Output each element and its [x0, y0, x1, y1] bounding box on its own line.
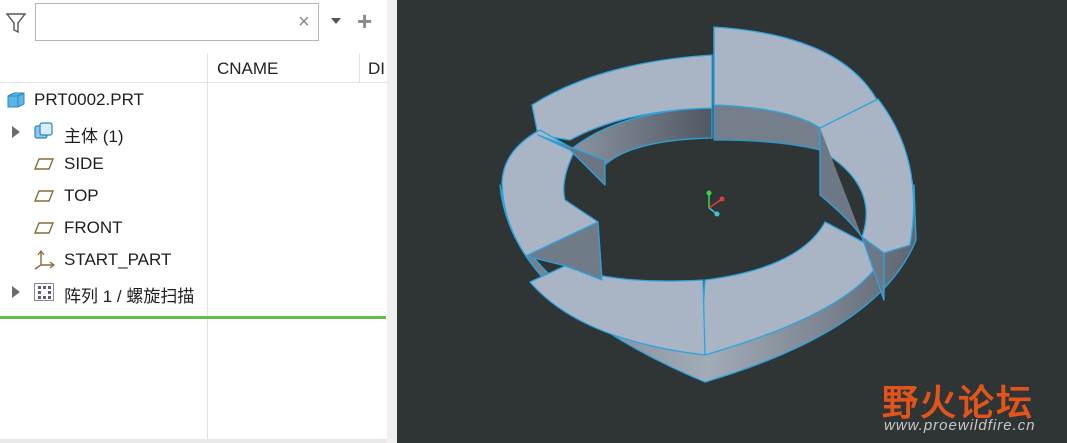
model-tree-panel: × + CNAME DI PRT0002.PRT 主体 (1) SIDE TOP… — [0, 0, 387, 443]
tree-root-item[interactable]: PRT0002.PRT — [0, 85, 207, 115]
tree-item-label: START_PART — [64, 250, 172, 269]
search-input[interactable] — [35, 3, 319, 41]
tree-item-label: FRONT — [64, 218, 123, 237]
column-header-di[interactable]: DI — [368, 59, 385, 79]
tree-item-body[interactable]: 主体 (1) — [0, 117, 207, 147]
column-header-row: CNAME DI — [0, 53, 387, 83]
panel-splitter[interactable] — [387, 0, 397, 443]
add-column-button[interactable]: + — [357, 6, 372, 36]
pattern-icon — [34, 283, 54, 301]
datum-plane-icon — [33, 190, 55, 202]
model-solid — [499, 26, 917, 383]
tree-item-label: 主体 (1) — [64, 127, 124, 146]
column-header-cname[interactable]: CNAME — [217, 59, 278, 79]
watermark-url: www.proewildfire.cn — [884, 417, 1036, 434]
column-divider[interactable] — [207, 53, 208, 443]
clear-search-button[interactable]: × — [298, 10, 310, 34]
insert-indicator[interactable] — [0, 316, 386, 319]
dropdown-arrow-icon[interactable] — [331, 18, 341, 24]
tree-item-front[interactable]: FRONT — [0, 213, 207, 243]
tree-item-top[interactable]: TOP — [0, 181, 207, 211]
filter-icon[interactable] — [5, 11, 27, 35]
tree-item-label: TOP — [64, 186, 99, 205]
part-icon — [7, 92, 25, 108]
tree-item-start-part[interactable]: START_PART — [0, 245, 207, 275]
expand-arrow-icon[interactable] — [12, 126, 20, 138]
datum-plane-icon — [33, 222, 55, 234]
tree-item-label: PRT0002.PRT — [34, 90, 144, 109]
coordinate-system-icon — [34, 250, 55, 270]
tree-item-label: SIDE — [64, 154, 104, 173]
tree-item-side[interactable]: SIDE — [0, 149, 207, 179]
horizontal-scrollbar[interactable] — [0, 439, 387, 443]
datum-plane-icon — [33, 158, 55, 170]
expand-arrow-icon[interactable] — [12, 286, 20, 298]
body-icon — [34, 122, 53, 139]
tree-item-pattern[interactable]: 阵列 1 / 螺旋扫描 — [0, 277, 207, 307]
column-divider[interactable] — [359, 53, 360, 83]
tree-item-label: 阵列 1 / 螺旋扫描 — [64, 287, 195, 306]
coordinate-system-triad — [706, 190, 725, 217]
